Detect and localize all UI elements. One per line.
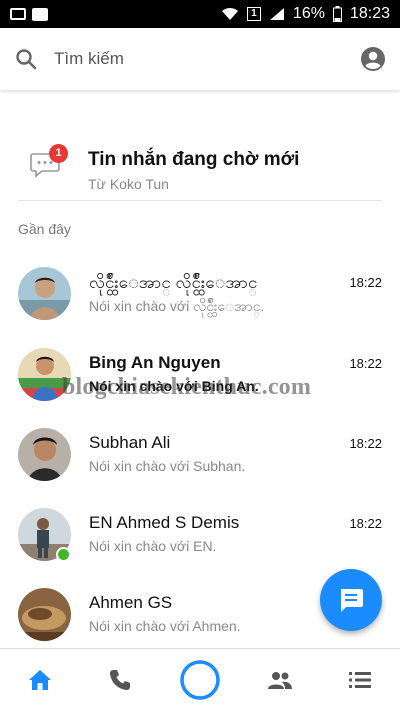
clock: 18:23 [349, 5, 390, 22]
message-time: 18:22 [349, 275, 382, 290]
avatar [18, 428, 71, 481]
people-icon [268, 672, 292, 689]
search-bar[interactable]: Tìm kiếm [0, 28, 400, 90]
sim-icon: 1 [246, 7, 261, 21]
battery-percent: 16% [292, 5, 325, 22]
message-time: 18:22 [349, 516, 382, 531]
signal-icon [269, 7, 285, 21]
unread-count-badge: 1 [49, 144, 68, 163]
message-time: 18:22 [349, 436, 382, 451]
conversation-item[interactable]: Subhan Ali Nói xin chào với Subhan. 18:2… [0, 428, 400, 508]
avatar [18, 588, 71, 641]
list-icon [349, 672, 371, 688]
conversation-list: 1 Tin nhắn đang chờ mới Từ Koko Tun Gần … [0, 90, 400, 648]
message-notification-icon [32, 7, 48, 21]
section-label-recent: Gần đây [18, 221, 71, 237]
message-preview: Nói xin chào với EN. [89, 538, 217, 554]
contact-name: Subhan Ali [89, 433, 171, 452]
compose-button[interactable] [320, 569, 382, 631]
contact-name: EN Ahmed S Demis [89, 513, 240, 532]
phone-icon [110, 670, 130, 690]
message-preview: Nói xin chào với Subhan. [89, 458, 246, 474]
profile-icon[interactable] [360, 46, 386, 72]
battery-icon [332, 6, 342, 22]
nav-home[interactable] [10, 655, 70, 705]
nav-calls[interactable] [90, 655, 150, 705]
avatar [18, 267, 71, 320]
wifi-icon [221, 7, 239, 21]
nav-menu[interactable] [330, 655, 390, 705]
online-indicator [56, 547, 71, 562]
image-notification-icon [10, 8, 26, 20]
notification-icons [10, 7, 48, 21]
pending-title: Tin nhắn đang chờ mới [88, 149, 300, 170]
bottom-navigation [0, 648, 400, 711]
pending-requests-item[interactable]: 1 Tin nhắn đang chờ mới Từ Koko Tun [0, 112, 400, 192]
search-input[interactable]: Tìm kiếm [54, 49, 360, 69]
contact-name: Ahmen GS [89, 593, 173, 612]
divider [18, 200, 382, 201]
pending-subtitle: Từ Koko Tun [88, 176, 169, 192]
nav-camera[interactable] [170, 655, 230, 705]
conversation-item[interactable]: လိုင္ငွ်ဳးေအာင္ လိုင္ငွ်ဳးေအာင္ Nói xin … [0, 267, 400, 347]
compose-message-icon [341, 589, 363, 612]
home-icon [29, 670, 51, 690]
watermark: blogchiasekienthuc.com [62, 374, 312, 400]
contact-name: လိုင္ငွ်ဳးေအာင္ လိုင္ငွ်ဳးေအာင္ [89, 273, 258, 292]
message-preview: Nói xin chào với လိုင္ငွ်ဳးေအာင္. [89, 298, 265, 314]
contact-name: Bing An Nguyen [89, 353, 221, 372]
camera-circle-icon [180, 660, 220, 700]
search-icon[interactable] [14, 47, 38, 71]
nav-people[interactable] [250, 655, 310, 705]
status-bar: 1 16% 18:23 [0, 0, 400, 28]
message-time: 18:22 [349, 356, 382, 371]
message-preview: Nói xin chào với Ahmen. [89, 618, 241, 634]
